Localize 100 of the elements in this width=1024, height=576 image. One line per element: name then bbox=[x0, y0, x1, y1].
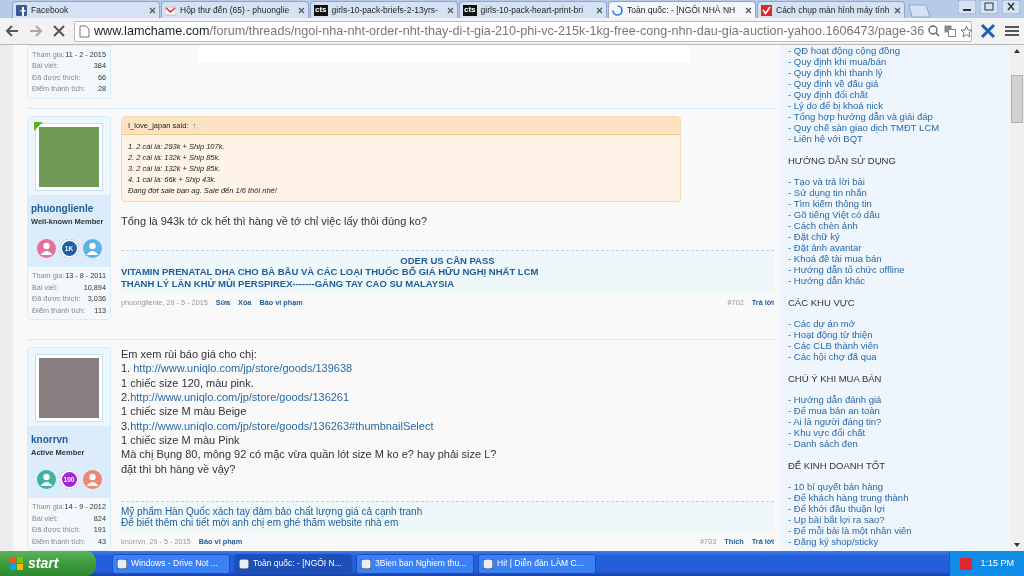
message-line: Tổng là 943k tớ ck hết thì hàng về tớ chỉ việc lấy thôi đúng ko? bbox=[121, 214, 429, 229]
close-icon[interactable] bbox=[894, 6, 901, 14]
message-line: đặt thì bh hàng về vậy? bbox=[121, 461, 237, 476]
translate-icon[interactable] bbox=[944, 25, 957, 37]
sidebar-link[interactable]: - Để mua bán an toàn bbox=[788, 405, 1002, 416]
online-indicator bbox=[34, 122, 43, 132]
sidebar-link[interactable]: - Tạo và trả lời bài bbox=[788, 176, 1002, 187]
sidebar-link[interactable]: - Đặt ảnh avantar bbox=[788, 242, 1002, 253]
window-icon bbox=[239, 558, 249, 569]
sidebar-heading: CÁC KHU VỰC bbox=[788, 297, 856, 308]
taskbar-clock: 1:15 PM bbox=[980, 556, 1014, 570]
minimize-icon[interactable] bbox=[958, 0, 976, 14]
signature-link[interactable]: Để biết thêm chi tiết mời anh chị em ghé thăm website nhà em bbox=[121, 517, 774, 529]
close-icon[interactable] bbox=[745, 6, 752, 14]
window-icon bbox=[483, 558, 493, 569]
username-link[interactable]: phuonglienle bbox=[28, 195, 110, 217]
stop-icon[interactable] bbox=[52, 24, 66, 38]
close-icon[interactable] bbox=[447, 6, 454, 14]
sidebar-link[interactable]: - Đăng ký shop/sticky bbox=[788, 536, 1002, 547]
browser-tab[interactable]: Facebook bbox=[12, 1, 160, 18]
sidebar-link[interactable]: - Ai là người đáng tin? bbox=[788, 416, 1002, 427]
extension-icon[interactable] bbox=[980, 23, 996, 39]
close-icon[interactable] bbox=[149, 6, 156, 14]
close-icon[interactable] bbox=[1002, 0, 1020, 14]
facebook-icon bbox=[16, 4, 27, 16]
avatar-photo-placeholder bbox=[39, 358, 99, 419]
site-icon: cts bbox=[463, 4, 477, 16]
sidebar-link[interactable]: - Cách chèn ảnh bbox=[788, 220, 1002, 231]
scrollbar[interactable] bbox=[1010, 45, 1024, 551]
sidebar-link[interactable]: - Quy định khi mua/bán bbox=[788, 56, 1002, 67]
sidebar-link[interactable]: - Sử dụng tin nhắn bbox=[788, 187, 1002, 198]
signature-link[interactable]: Mỹ phẩm Hàn Quốc xách tay đảm bảo chất lượng giá cả cạnh tranh bbox=[121, 506, 774, 518]
address-bar[interactable]: www.lamchame.com/forum/threads/ngoi-nha-nht-order-nht-thay-di-t-gia-210-phi-vc-215k-1kg-free-cong-nhn-dau-gia-auction-yahoo.1606473/page-36 bbox=[74, 20, 972, 42]
avatar-photo-placeholder bbox=[39, 127, 99, 188]
sidebar-heading: HƯỚNG DẪN SỬ DỤNG bbox=[788, 155, 897, 166]
message-line: 3.http://www.uniqlo.com/jp/store/goods/136263#thumbnailSelect bbox=[121, 418, 435, 433]
browser-tab[interactable]: Hộp thư đến (65) - phuonglie bbox=[161, 1, 309, 18]
site-icon: cts bbox=[314, 4, 328, 16]
sidebar-heading: ĐỂ KINH DOANH TỐT bbox=[788, 460, 886, 471]
username-link[interactable]: knorrvn bbox=[28, 426, 110, 448]
taskbar-button[interactable]: 3Bien ban Nghiem thu... bbox=[356, 553, 474, 574]
sidebar-link[interactable]: - QĐ hoạt động cộng đồng bbox=[788, 45, 1002, 56]
message-line: 2.http://www.uniqlo.com/jp/store/goods/136261 bbox=[121, 390, 351, 405]
page-icon bbox=[79, 24, 90, 38]
zoom-icon[interactable] bbox=[928, 25, 941, 37]
back-icon[interactable] bbox=[4, 23, 20, 39]
sidebar-link[interactable]: - Up bài bắt lợi ra sao? bbox=[788, 514, 1002, 525]
close-icon[interactable] bbox=[298, 6, 305, 14]
sidebar-link[interactable]: - Lý do để bị khoá nick bbox=[788, 100, 1002, 111]
browser-tab[interactable]: Cách chụp màn hình máy tính bbox=[757, 1, 905, 18]
sidebar-link[interactable]: - Tổng hợp hướng dẫn và giải đáp bbox=[788, 111, 1002, 122]
sidebar-link[interactable]: - Quy định đổi chất bbox=[788, 89, 1002, 100]
sidebar-link[interactable]: - Để mỗi bài là một nhân viên bbox=[788, 525, 1002, 536]
sidebar-link[interactable]: - Hướng dẫn đánh giá bbox=[788, 394, 1002, 405]
star-icon[interactable] bbox=[960, 24, 974, 38]
start-button[interactable]: start bbox=[0, 551, 96, 576]
browser-tab[interactable]: cts girls-10-pack-heart-print-bri bbox=[459, 1, 607, 18]
taskbar-button[interactable]: Hi! | Diễn đàn LÀM C... bbox=[478, 553, 596, 574]
window-icon bbox=[361, 558, 371, 569]
message-line: 1 chiếc size 120, màu pink. bbox=[121, 375, 255, 390]
sidebar-link[interactable]: - Đặt chữ ký bbox=[788, 231, 1002, 242]
signature-link[interactable]: THANH LÝ LĂN KHỬ MÙI PERSPIREX-------GĂNG TAY CAO SU MALAYSIA bbox=[121, 277, 774, 290]
sidebar-link[interactable]: - Các hội chợ đã qua bbox=[788, 351, 1002, 362]
sidebar-link[interactable]: - Gõ tiếng Việt có dấu bbox=[788, 209, 1002, 220]
menu-icon[interactable] bbox=[1004, 23, 1020, 39]
sidebar-link[interactable]: - Khu vực đổi chất bbox=[788, 427, 1002, 438]
message-line: 1 chiếc size M màu Beige bbox=[121, 404, 248, 419]
sidebar-link[interactable]: - Hướng dẫn khác bbox=[788, 275, 1002, 286]
message-link[interactable]: http://www.uniqlo.com/jp/store/goods/139638 bbox=[133, 362, 353, 375]
taskbar-button[interactable]: Windows - Drive Not ... bbox=[112, 553, 230, 574]
message-link[interactable]: http://www.uniqlo.com/jp/store/goods/136261 bbox=[130, 391, 350, 403]
sidebar-link[interactable]: - Quy định khi thanh lý bbox=[788, 67, 1002, 78]
sidebar-link[interactable]: - Tìm kiếm thông tin bbox=[788, 198, 1002, 209]
sidebar-link[interactable]: - Để khách hàng trung thành bbox=[788, 492, 1002, 503]
sidebar-link[interactable]: - Quy chế sàn giao dịch TMĐT LCM bbox=[788, 122, 1002, 133]
taskbar-button[interactable]: Toàn quốc: - [NGÔI N... bbox=[234, 553, 352, 574]
window-icon bbox=[117, 558, 127, 569]
mail-icon bbox=[165, 4, 176, 16]
sidebar-link[interactable]: - Các CLB thành viên bbox=[788, 340, 1002, 351]
message-line: Em xem rùi báo giá cho chị: bbox=[121, 347, 258, 362]
browser-tab[interactable]: cts girls-10-pack-briefs-2-13yrs- bbox=[310, 1, 458, 18]
browser-tab[interactable]: Toàn quốc: - [NGÔI NHÀ NH bbox=[608, 1, 756, 18]
signature-link[interactable]: VITAMIN PRENATAL DHA CHO BÀ BẦU VÀ CÁC LOẠI THUỐC BỔ GIÁ HỮU NGHỊ NHẤT LCM bbox=[121, 266, 774, 278]
check-icon bbox=[761, 4, 772, 16]
message-line: 1. http://www.uniqlo.com/jp/store/goods/139638 bbox=[121, 361, 354, 376]
sidebar-link[interactable]: - Các dự án mở bbox=[788, 318, 1002, 329]
sidebar-link[interactable]: - Liên hệ với BQT bbox=[788, 133, 1002, 144]
sidebar-link[interactable]: - Để khởi đầu thuận lợi bbox=[788, 503, 1002, 514]
loading-icon bbox=[612, 4, 623, 16]
scrollbar-thumb[interactable] bbox=[1011, 75, 1023, 123]
sidebar-link[interactable]: - Danh sách đen bbox=[788, 438, 1002, 449]
message-link[interactable]: http://www.uniqlo.com/jp/store/goods/136263#thumbnailSelect bbox=[130, 419, 434, 432]
sidebar-link[interactable]: - 10 bí quyết bán hàng bbox=[788, 481, 1002, 492]
sidebar-link[interactable]: - Hướng dẫn tổ chức offline bbox=[788, 264, 1002, 275]
sidebar-link[interactable]: - Quy định về đấu giá bbox=[788, 78, 1002, 89]
sidebar-heading: CHÚ Ý KHI MUA BÁN bbox=[788, 373, 883, 384]
signature-link[interactable]: ODER US CẦN PASS bbox=[121, 254, 774, 267]
close-icon[interactable] bbox=[596, 6, 603, 14]
sidebar-link[interactable]: - Khoá đề tài mua bán bbox=[788, 253, 1002, 264]
sidebar-link[interactable]: - Hoạt động từ thiện bbox=[788, 329, 1002, 340]
